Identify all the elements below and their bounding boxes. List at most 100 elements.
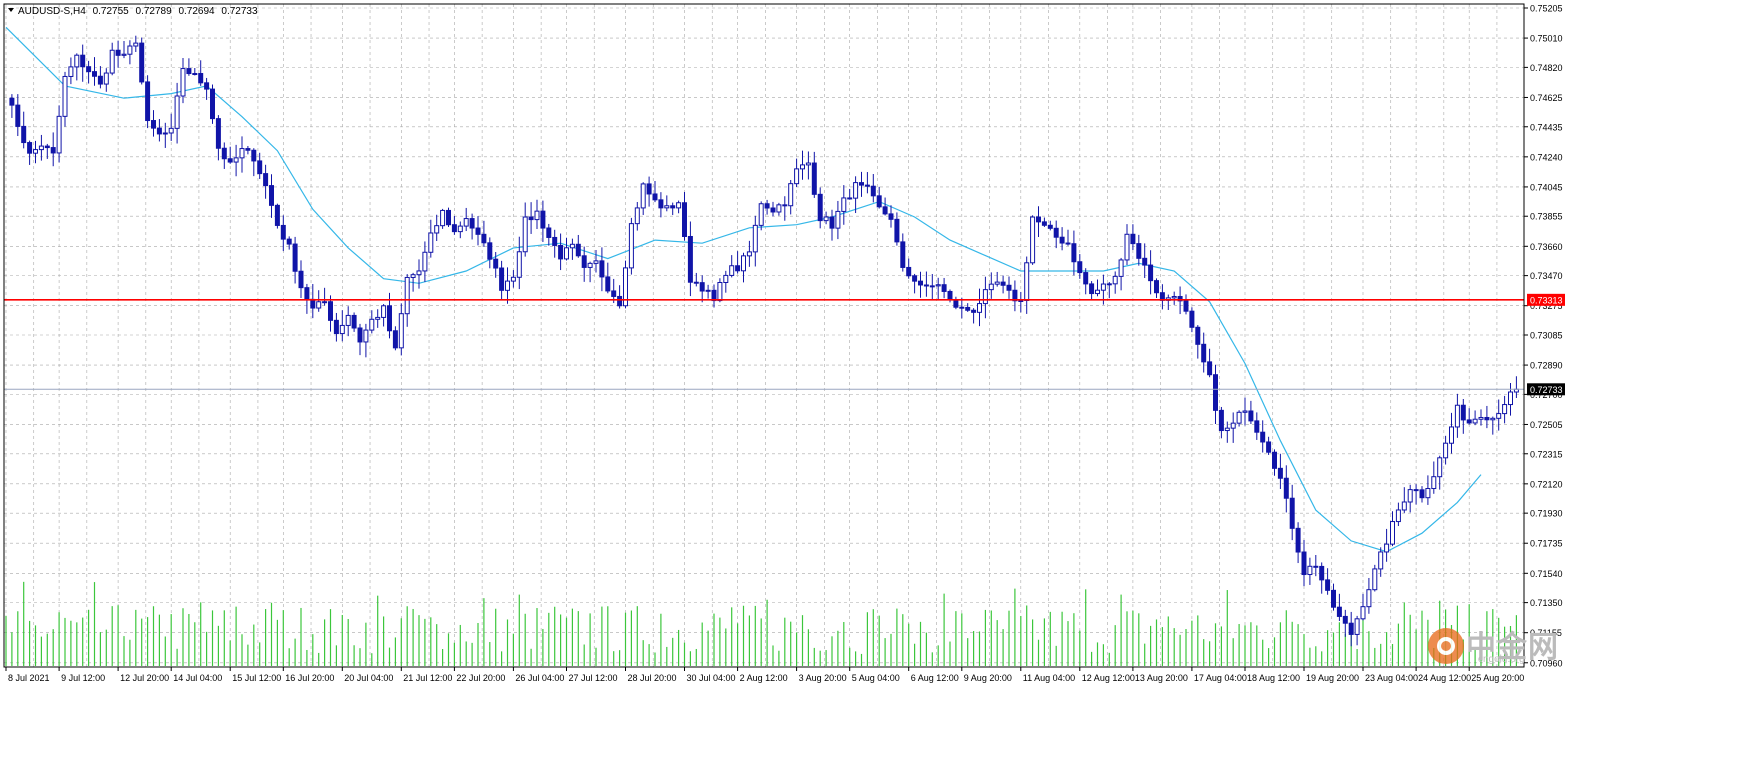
candle-body xyxy=(835,210,841,229)
current-price-label: 0.72733 xyxy=(1527,383,1565,396)
candle-body xyxy=(805,162,811,166)
candle-body xyxy=(652,193,658,201)
candle-body xyxy=(333,319,339,335)
candle-body xyxy=(186,68,192,75)
svg-text:0.72733: 0.72733 xyxy=(1530,385,1563,395)
candle-body xyxy=(1348,622,1354,635)
candle-body xyxy=(133,42,139,47)
candle-body xyxy=(351,314,357,329)
candle-body xyxy=(1272,451,1277,469)
candle-body xyxy=(994,281,1000,285)
candle-body xyxy=(1195,326,1201,345)
candle-body xyxy=(959,306,965,309)
candle-body xyxy=(947,290,953,301)
candle-body xyxy=(800,164,805,170)
candle-body xyxy=(894,218,900,243)
candle-body xyxy=(670,205,676,209)
candle-body xyxy=(859,182,864,186)
candle-body xyxy=(746,251,752,257)
candle-body xyxy=(292,243,298,272)
candle-body xyxy=(971,309,977,313)
time-tick-label: 17 Aug 04:00 xyxy=(1194,673,1247,683)
price-chart[interactable]: 0.75205 0.75010 0.74820 0.74625 0.74435 0.742… xyxy=(0,0,1568,687)
candle-body xyxy=(788,183,794,207)
price-tick-label: 0.71930 xyxy=(1530,509,1563,519)
time-tick-label: 5 Aug 04:00 xyxy=(852,673,900,683)
candle-body xyxy=(245,148,251,151)
candle-body xyxy=(21,125,27,144)
candle-body xyxy=(269,185,274,206)
candle xyxy=(623,260,628,309)
candle-body xyxy=(705,289,711,292)
candle-body xyxy=(1295,527,1301,553)
candle-body xyxy=(1496,413,1502,419)
candle-body xyxy=(469,218,475,229)
candle-body xyxy=(15,104,21,127)
candle-body xyxy=(1218,409,1224,432)
candle-body xyxy=(180,68,186,97)
candle-body xyxy=(693,281,699,284)
candle-body xyxy=(328,301,333,321)
candle-body xyxy=(882,206,888,215)
candle-body xyxy=(534,210,540,221)
candle-body xyxy=(1024,262,1030,301)
svg-text:AUDUSD-S,H4 0.72755: AUDUSD-S,H4 0.72755 0.72789 0.72694 0.72… xyxy=(18,6,258,17)
candle-body xyxy=(363,329,369,343)
time-tick-label: 2 Aug 12:00 xyxy=(740,673,788,683)
candle-body xyxy=(1124,233,1130,261)
candle-body xyxy=(1413,489,1419,492)
candle-body xyxy=(487,242,493,260)
price-tick-label: 0.72505 xyxy=(1530,420,1563,430)
candle-body xyxy=(853,182,859,199)
candle-body xyxy=(322,301,328,304)
price-tick-label: 0.72315 xyxy=(1530,449,1563,459)
candle-body xyxy=(1254,420,1260,433)
candle-body xyxy=(463,218,469,227)
price-tick-label: 0.74045 xyxy=(1530,182,1563,192)
price-tick-label: 0.74240 xyxy=(1530,152,1563,162)
candle xyxy=(628,217,634,275)
candle-body xyxy=(1213,374,1218,411)
candle-body xyxy=(1018,299,1024,302)
price-tick-label: 0.73855 xyxy=(1530,212,1563,222)
candle-body xyxy=(215,118,221,149)
candle-body xyxy=(823,216,829,222)
candle-body xyxy=(1083,272,1089,285)
candle-body xyxy=(617,295,623,307)
candle-body xyxy=(717,282,723,302)
candle-body xyxy=(918,280,923,286)
time-tick-label: 9 Jul 12:00 xyxy=(61,673,105,683)
candle-body xyxy=(1071,243,1077,263)
candle-body xyxy=(310,298,316,309)
candle-body xyxy=(68,66,74,77)
candle-body xyxy=(510,276,516,282)
candle-body xyxy=(628,223,634,269)
candle-body xyxy=(682,202,687,237)
candle-body xyxy=(741,255,746,272)
candle xyxy=(440,208,446,229)
chart-root[interactable]: 0.75205 0.75010 0.74820 0.74625 0.74435 0.742… xyxy=(0,0,1568,687)
time-tick-label: 18 Aug 12:00 xyxy=(1247,673,1300,683)
candle-body xyxy=(210,88,215,120)
candle-body xyxy=(935,284,941,287)
chart-background xyxy=(0,0,1568,687)
candle-body xyxy=(286,238,292,245)
candle-body xyxy=(1508,391,1513,406)
candle-body xyxy=(640,183,646,209)
candle-body xyxy=(658,199,664,209)
candle-body xyxy=(1425,488,1431,499)
candle-body xyxy=(1443,442,1449,459)
candle-body xyxy=(516,251,522,278)
candle-body xyxy=(103,72,109,85)
candle-body xyxy=(906,266,912,277)
candle-body xyxy=(422,251,428,272)
time-tick-label: 16 Jul 20:00 xyxy=(285,673,334,683)
candle-body xyxy=(1260,431,1266,443)
candle-body xyxy=(1478,416,1484,420)
candle-body xyxy=(1236,411,1242,424)
candle-body xyxy=(581,255,587,268)
candle xyxy=(274,203,280,229)
candle-body xyxy=(558,244,564,260)
candle-body xyxy=(729,265,735,276)
candle-body xyxy=(1059,236,1065,244)
